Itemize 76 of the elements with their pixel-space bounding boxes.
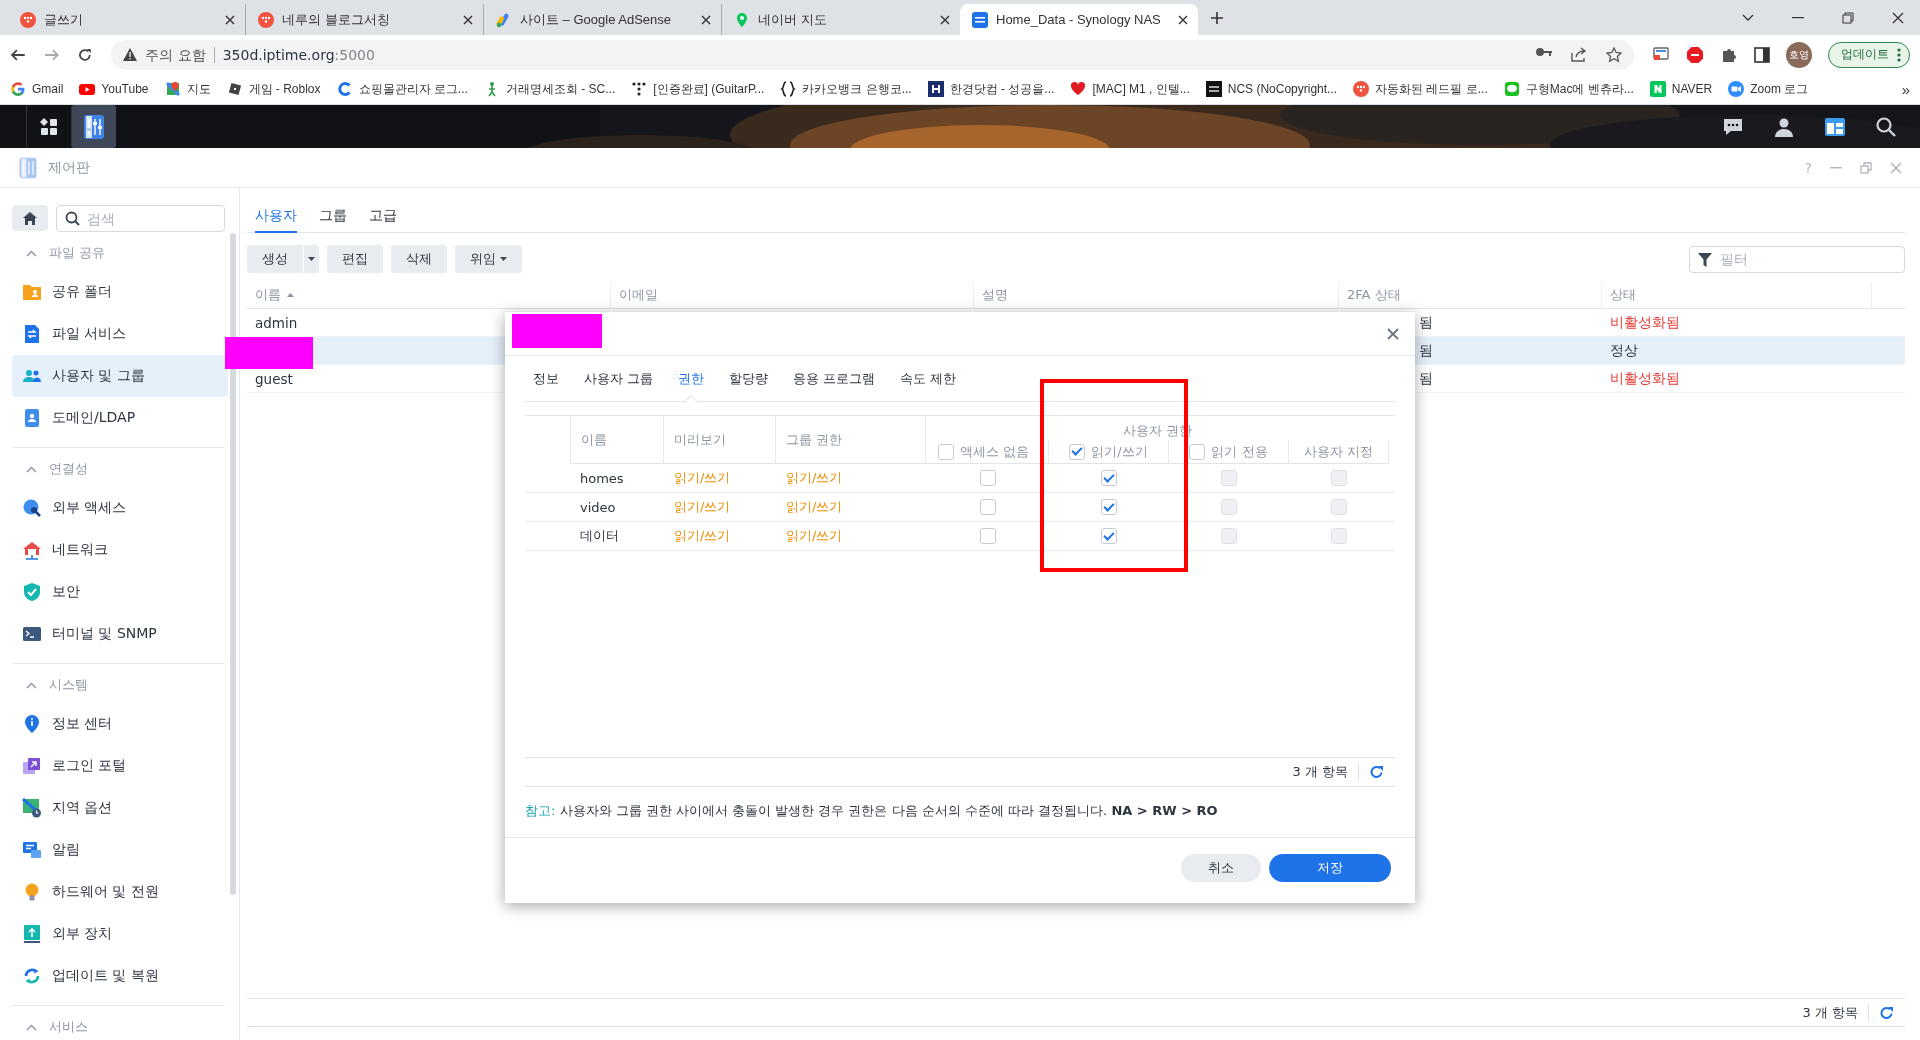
item-count: 3 개 항목 (1292, 763, 1348, 781)
table-cell: 됨 (1419, 341, 1433, 360)
bookmark[interactable]: [MAC] M1 , 인텔... (1070, 80, 1190, 98)
table-cell: 됨 (1419, 369, 1433, 388)
sidebar-item[interactable]: 정보 센터 (12, 703, 228, 745)
address-bar[interactable]: 주의 요함 350d.iptime.org:5000 (111, 39, 1634, 70)
bookmark[interactable]: YouTube (79, 81, 149, 97)
table-cell: guest (255, 370, 293, 387)
save-button[interactable]: 저장 (1269, 853, 1391, 882)
tab[interactable]: 고급 (369, 200, 397, 233)
sidebar-item[interactable]: 공유 폴더 (12, 271, 228, 313)
bookmark[interactable]: NAVER (1649, 81, 1713, 97)
status-text: 정상 (1610, 341, 1638, 360)
table-cell: video (570, 493, 664, 522)
sidebar-item[interactable]: 알림 (12, 829, 228, 871)
bookmark[interactable]: 게임 - Roblox (226, 80, 321, 98)
permission-text: 읽기/쓰기 (664, 493, 776, 522)
sidebar-item[interactable]: 하드웨어 및 전원 (12, 871, 228, 913)
window-title: 제어판 (48, 158, 90, 177)
toolbar-button[interactable]: 편집 (327, 245, 383, 273)
bookmark[interactable]: 거래명세조회 - SC... (483, 80, 616, 98)
column-header: 사용자 지정 (1289, 440, 1389, 464)
sidebar-item[interactable]: 터미널 및 SNMP (12, 613, 228, 655)
sidebar-item[interactable]: 외부 액세스 (12, 487, 228, 529)
sidebar-item[interactable]: 보안 (12, 571, 228, 613)
cancel-button[interactable]: 취소 (1181, 853, 1261, 882)
column-header: 미리보기 (664, 416, 776, 464)
bookmark[interactable]: 구형Mac에 벤츄라... (1503, 80, 1634, 98)
sidebar-item[interactable]: 외부 장치 (12, 913, 228, 955)
column-header: 읽기 전용 (1211, 442, 1268, 461)
sidebar-item[interactable]: 네트워크 (12, 529, 228, 571)
bookmark[interactable]: 한경닷컴 - 성공을... (927, 80, 1055, 98)
permission-text: 읽기/쓰기 (664, 522, 776, 551)
permission-text: 읽기/쓰기 (776, 493, 926, 522)
table-cell: homes (570, 464, 664, 493)
security-label: 주의 요함 (145, 46, 215, 63)
table-cell: 됨 (1419, 313, 1433, 332)
permission-text: 읽기/쓰기 (776, 522, 926, 551)
browser-tab[interactable]: Home_Data - Synology NAS (960, 4, 1198, 35)
sidebar-item[interactable]: 로그인 포털 (12, 745, 228, 787)
sidebar-item[interactable]: 지역 옵션 (12, 787, 228, 829)
sidebar-item[interactable]: 업데이트 및 복원 (12, 955, 228, 997)
column-header: 이름 (570, 416, 664, 464)
item-count: 3 개 항목 (1802, 1003, 1858, 1022)
url-text: 350d.iptime.org:5000 (222, 46, 375, 63)
sidebar-item[interactable]: 도메인/LDAP (12, 397, 228, 439)
bookmark[interactable]: 쇼핑몰관리자 로그... (336, 80, 468, 98)
update-button[interactable]: 업데이트 (1828, 41, 1910, 68)
toolbar-button[interactable]: 위임 (455, 245, 522, 273)
bookmark[interactable]: 자동화된 레드필 로... (1353, 80, 1488, 98)
bookmark[interactable]: 지도 (164, 80, 211, 98)
column-header: 액세스 없음 (960, 442, 1030, 461)
table-cell: 데이터 (570, 522, 664, 551)
bookmark[interactable]: NCS (NoCopyright... (1205, 81, 1338, 97)
bookmark[interactable]: Gmail (10, 81, 64, 97)
tab[interactable]: 사용자 (255, 200, 297, 233)
note-text: 참고: 사용자와 그룹 권한 사이에서 충돌이 발생한 경우 권한은 다음 순서의 수준에 따라 결정됩니다. NA > RW > RO (525, 802, 1219, 820)
status-text: 비활성화됨 (1610, 369, 1680, 388)
status-text: 비활성화됨 (1610, 313, 1680, 332)
bookmark[interactable]: 카카오뱅크 은행코... (780, 80, 912, 98)
permission-text: 읽기/쓰기 (664, 464, 776, 493)
bookmark[interactable]: Zoom 로그 (1728, 80, 1809, 98)
permission-text: 읽기/쓰기 (776, 464, 926, 493)
filter-field[interactable]: 필터 (1689, 245, 1905, 273)
profile-avatar[interactable]: 호영 (1786, 41, 1812, 68)
tab[interactable]: 그룹 (319, 200, 347, 233)
search-field[interactable]: 검색 (56, 205, 225, 232)
browser-tab[interactable]: 네이버 지도 (722, 4, 960, 35)
bookmark[interactable]: [인증완료] (GuitarP... (631, 80, 765, 98)
toolbar-button[interactable]: 생성 (247, 245, 303, 273)
toolbar-button[interactable]: 삭제 (391, 245, 447, 273)
more-bookmarks-button[interactable]: » (1901, 80, 1910, 98)
sidebar-item[interactable]: 사용자 및 그룹 (12, 355, 228, 397)
column-header: 읽기/쓰기 (1091, 442, 1148, 461)
table-cell: admin (255, 314, 298, 331)
column-header: 그룹 권한 (776, 416, 926, 464)
